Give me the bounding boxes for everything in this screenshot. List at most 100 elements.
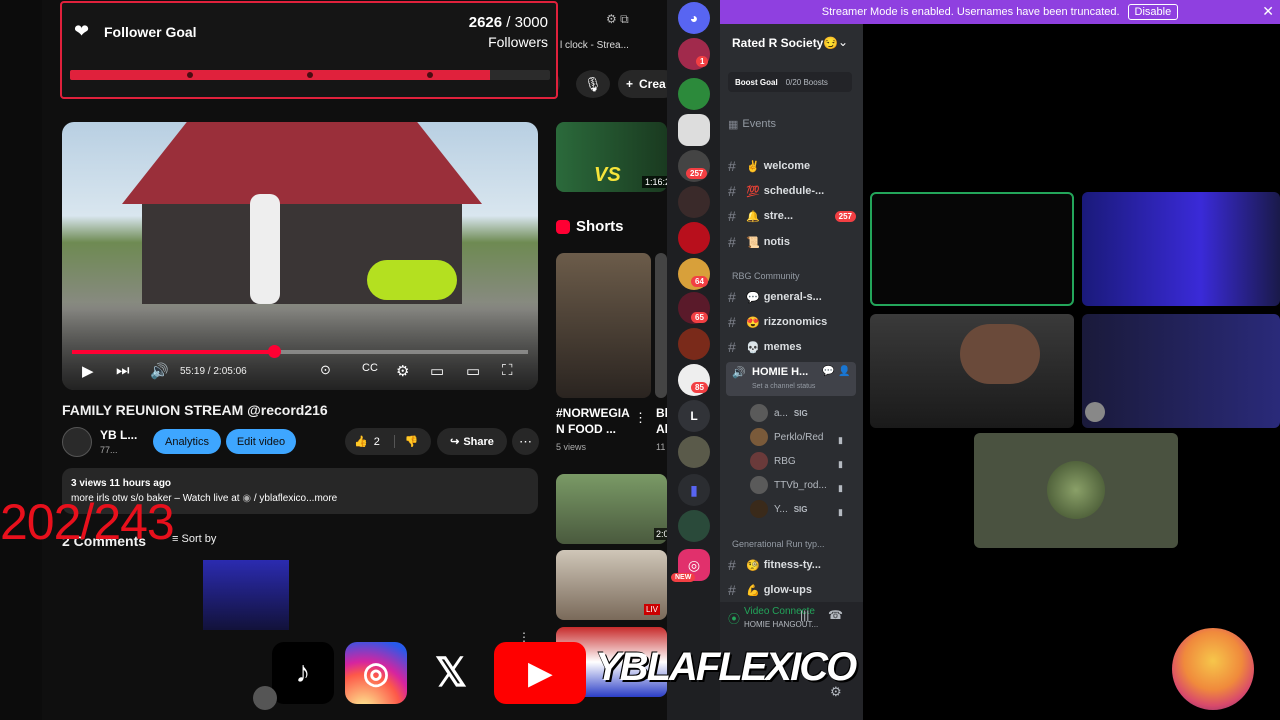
discord-video-call bbox=[863, 24, 1280, 720]
voice-user[interactable]: Perklo/Red bbox=[750, 428, 850, 446]
video-tile-avatar[interactable] bbox=[974, 433, 1178, 548]
server-letter-icon[interactable]: L bbox=[678, 400, 710, 432]
related-video-thumb[interactable]: VS 1:16:2 bbox=[556, 122, 667, 192]
channel-notis[interactable]: # 📜 notis bbox=[728, 231, 856, 253]
description-link[interactable]: / yblaflexico bbox=[254, 493, 306, 504]
short-thumb-2[interactable] bbox=[655, 253, 667, 398]
captions-icon[interactable]: CC bbox=[362, 362, 378, 374]
hash-icon: # bbox=[728, 557, 736, 573]
autoplay-toggle[interactable]: ⊙ bbox=[320, 362, 331, 378]
voice-user[interactable]: a... SIG bbox=[750, 404, 850, 422]
server-icon[interactable] bbox=[678, 510, 710, 542]
category-generational[interactable]: Generational Run typ... bbox=[732, 539, 825, 549]
instagram-icon: ◎ bbox=[345, 642, 407, 704]
streamer-mode-banner: Streamer Mode is enabled. Usernames have… bbox=[720, 0, 1280, 24]
voice-user[interactable]: RBG bbox=[750, 452, 850, 470]
category-rbg[interactable]: RBG Community bbox=[732, 271, 800, 281]
seek-handle[interactable] bbox=[267, 345, 281, 358]
voice-user-name: RBG bbox=[774, 455, 796, 467]
close-icon[interactable]: ✕ bbox=[1262, 3, 1274, 20]
server-icon[interactable] bbox=[678, 78, 710, 110]
play-icon[interactable]: ▶ bbox=[82, 362, 94, 380]
voice-channel-status[interactable]: Set a channel status bbox=[752, 383, 815, 390]
voice-user[interactable]: TTVb_rod... bbox=[750, 476, 850, 494]
settings-icon[interactable]: ⚙ bbox=[396, 362, 409, 380]
goal-milestone bbox=[307, 72, 313, 78]
short-1-title[interactable]: #NORWEGIA N FOOD ... bbox=[556, 405, 634, 437]
video-player[interactable]: ▶ ⏭ 🔊 55:19 / 2:05:06 ⊙ CC ⚙ ▭ ▭ ⛶ bbox=[62, 122, 538, 390]
noise-icon[interactable]: ||| bbox=[800, 608, 809, 622]
like-dislike-group[interactable]: 👍 2 👎 bbox=[345, 428, 431, 455]
boost-goal[interactable]: Boost Goal 0/20 Boosts bbox=[728, 72, 852, 92]
video-title: FAMILY REUNION STREAM @record216 bbox=[62, 402, 328, 418]
channel-fitness[interactable]: # 🧐 fitness-ty... bbox=[728, 554, 856, 576]
motorcycle-image bbox=[367, 260, 457, 300]
channel-rizzonomics[interactable]: # 😍 rizzonomics bbox=[728, 311, 856, 333]
sort-by-button[interactable]: ≡ Sort by bbox=[172, 533, 216, 545]
voice-channel-homie[interactable]: 🔊 HOMIE H... Set a channel status 💬 👤 bbox=[726, 362, 856, 396]
miniplayer-icon[interactable]: ▭ bbox=[430, 362, 444, 380]
seek-bar[interactable] bbox=[72, 345, 528, 358]
yt-top-icons[interactable]: ⚙ ⧉ bbox=[606, 12, 629, 27]
goal-milestone bbox=[427, 72, 433, 78]
voice-user[interactable]: Y... SIG bbox=[750, 500, 850, 518]
channel-stream[interactable]: # 🔔 stre... 257 bbox=[728, 205, 856, 227]
fullscreen-icon[interactable]: ⛶ bbox=[502, 362, 513, 379]
browser-tab-title[interactable]: l clock - Strea... bbox=[560, 40, 629, 51]
volume-icon[interactable]: 🔊 bbox=[150, 362, 169, 380]
shorts-heading: Shorts bbox=[556, 218, 624, 235]
server-icon[interactable] bbox=[678, 328, 710, 360]
server-icon[interactable] bbox=[678, 114, 710, 146]
disconnect-icon[interactable]: ☎ bbox=[828, 608, 843, 622]
video-tile[interactable] bbox=[1082, 314, 1280, 428]
related-video-thumb-3[interactable]: LIV bbox=[556, 550, 667, 620]
server-badge: 257 bbox=[686, 168, 708, 179]
channel-avatar[interactable] bbox=[62, 427, 92, 457]
video-tile[interactable] bbox=[1082, 192, 1280, 306]
channel-subscribers: 77... bbox=[100, 445, 118, 455]
video-tile-speaking[interactable] bbox=[870, 192, 1074, 306]
events-item[interactable]: ▦ Events bbox=[728, 113, 856, 135]
like-icon[interactable]: 👍 bbox=[354, 435, 368, 448]
goal-target: 3000 bbox=[514, 14, 548, 31]
channel-memes[interactable]: # 💀 memes bbox=[728, 336, 856, 358]
server-icon[interactable] bbox=[678, 186, 710, 218]
discord-channel-list: Rated R Society😏 ⌄ Boost Goal 0/20 Boost… bbox=[720, 24, 863, 720]
theater-icon[interactable]: ▭ bbox=[466, 362, 480, 380]
server-icon[interactable] bbox=[678, 222, 710, 254]
like-count: 2 bbox=[373, 435, 380, 448]
hash-icon: # bbox=[728, 158, 736, 174]
chevron-down-icon[interactable]: ⌄ bbox=[838, 35, 848, 49]
share-button[interactable]: ↪ Share bbox=[437, 428, 507, 455]
pavilion-roof-image bbox=[122, 122, 482, 204]
description-more[interactable]: ...more bbox=[306, 493, 337, 504]
channel-welcome[interactable]: # ✌️ welcome bbox=[728, 155, 856, 177]
next-icon[interactable]: ⏭ bbox=[116, 362, 130, 379]
edit-video-button[interactable]: Edit video bbox=[226, 429, 296, 454]
short-1-menu-icon[interactable]: ⋮ bbox=[634, 410, 647, 426]
server-name[interactable]: Rated R Society😏 bbox=[732, 36, 838, 50]
disable-streamer-mode-button[interactable]: Disable bbox=[1127, 4, 1179, 20]
channel-general[interactable]: # 💬 general-s... bbox=[728, 286, 856, 308]
goal-milestone bbox=[187, 72, 193, 78]
channel-glow-ups[interactable]: # 💪 glow-ups bbox=[728, 579, 856, 601]
related-video-thumb-2[interactable]: 2:0 bbox=[556, 474, 667, 544]
channel-schedule[interactable]: # 💯 schedule-... bbox=[728, 180, 856, 202]
analytics-button[interactable]: Analytics bbox=[153, 429, 221, 454]
add-user-icon[interactable]: 👤 bbox=[838, 366, 850, 377]
mic-icon[interactable]: 🎙 bbox=[576, 70, 610, 98]
channel-name[interactable]: YB L... bbox=[100, 428, 137, 442]
dislike-icon[interactable]: 👎 bbox=[393, 435, 419, 448]
short-thumb-1[interactable] bbox=[556, 253, 651, 398]
voice-channel-name: HOMIE H... bbox=[752, 366, 809, 378]
person-image bbox=[250, 194, 280, 304]
more-actions-button[interactable]: ⋯ bbox=[512, 428, 539, 455]
avatar bbox=[1047, 461, 1105, 519]
server-icon[interactable] bbox=[678, 436, 710, 468]
chat-icon[interactable]: 💬 bbox=[822, 366, 834, 377]
folder-icon[interactable]: ▮ bbox=[678, 474, 710, 506]
player-time: 55:19 / 2:05:06 bbox=[180, 366, 247, 377]
discord-home-icon[interactable]: ◕ bbox=[678, 2, 710, 34]
server-badge: 1 bbox=[696, 56, 709, 67]
video-tile[interactable] bbox=[870, 314, 1074, 428]
